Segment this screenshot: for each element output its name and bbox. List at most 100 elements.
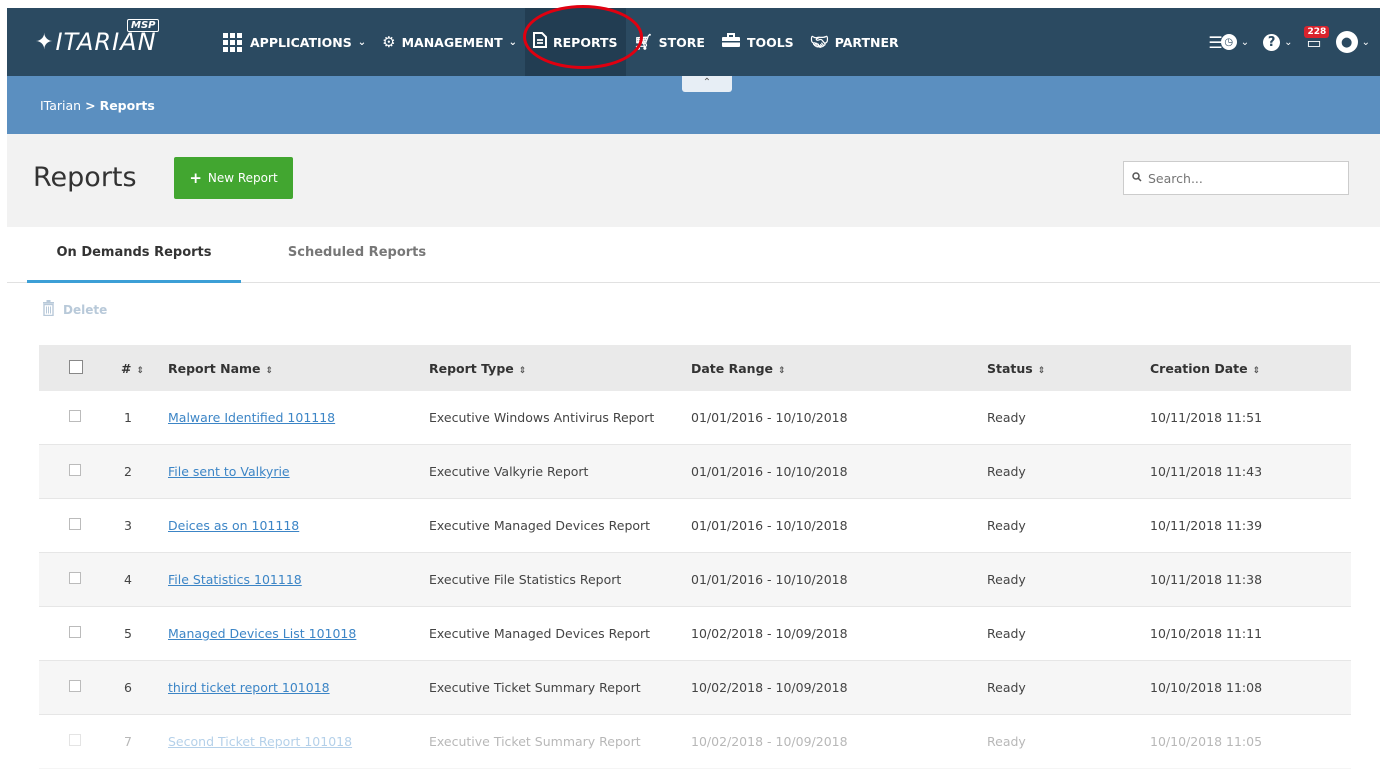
nav-reports-label: REPORTS xyxy=(553,34,618,50)
column-header-status[interactable]: Status ⇕ xyxy=(987,361,1150,376)
gears-icon: ⚙ xyxy=(382,33,396,51)
row-number: 4 xyxy=(124,572,132,587)
date-range: 10/02/2018 - 10/09/2018 xyxy=(691,734,848,749)
report-name-link[interactable]: Managed Devices List 101018 xyxy=(168,626,356,641)
trash-icon xyxy=(42,300,55,320)
creation-date: 10/11/2018 11:51 xyxy=(1150,410,1263,425)
sort-icon: ⇕ xyxy=(1037,365,1046,376)
column-header-report-name[interactable]: Report Name ⇕ xyxy=(168,361,429,376)
status: Ready xyxy=(987,464,1026,479)
column-header-creation-date[interactable]: Creation Date ⇕ xyxy=(1150,361,1351,376)
help-menu[interactable]: ? ⌄ xyxy=(1263,33,1293,51)
select-all-checkbox[interactable] xyxy=(69,359,83,374)
row-checkbox[interactable] xyxy=(69,518,81,530)
notification-count-badge: 228 xyxy=(1304,25,1330,38)
report-type: Executive Ticket Summary Report xyxy=(429,680,641,695)
column-header-date-range[interactable]: Date Range ⇕ xyxy=(691,361,987,376)
cart-icon: 🛒︎ xyxy=(633,33,653,51)
apps-grid-icon xyxy=(223,32,242,52)
nav-reports[interactable]: REPORTS xyxy=(525,8,626,76)
user-menu[interactable]: ● ⌄ xyxy=(1335,31,1370,53)
column-header-report-type[interactable]: Report Type ⇕ xyxy=(429,361,691,376)
nav-partner-label: PARTNER xyxy=(834,34,899,50)
sort-icon: ⇕ xyxy=(778,365,786,376)
creation-date: 10/11/2018 11:43 xyxy=(1150,464,1263,479)
report-name-link[interactable]: File sent to Valkyrie xyxy=(168,464,290,479)
creation-date: 10/11/2018 11:38 xyxy=(1150,572,1263,587)
help-icon: ? xyxy=(1263,33,1281,51)
itarian-logo[interactable]: ✦ ITARIAN MSP xyxy=(35,19,160,62)
select-all-cell xyxy=(39,359,111,377)
sort-icon: ⇕ xyxy=(518,365,527,376)
toolbox-icon xyxy=(721,32,741,52)
notifications-button[interactable]: ▭ 228 xyxy=(1304,25,1330,52)
date-range: 01/01/2016 - 10/10/2018 xyxy=(691,518,848,533)
nav-store[interactable]: 🛒︎ STORE xyxy=(626,8,713,76)
report-type: Executive Windows Antivirus Report xyxy=(429,410,655,425)
collapse-header-button[interactable]: ⌃ xyxy=(682,76,732,92)
nav-applications-label: APPLICATIONS xyxy=(250,34,352,50)
tab-on-demand-reports[interactable]: On Demands Reports xyxy=(27,227,241,283)
table-row[interactable]: 5 Managed Devices List 101018 Executive … xyxy=(39,607,1351,661)
sort-icon: ⇕ xyxy=(265,365,274,376)
table-row[interactable]: 3 Deices as on 101118 Executive Managed … xyxy=(39,499,1351,553)
chevron-down-icon: ⌄ xyxy=(1284,36,1293,48)
nav-management[interactable]: ⚙ MANAGEMENT ⌄ xyxy=(374,8,525,76)
breadcrumb-separator: > xyxy=(85,98,96,113)
delete-button[interactable]: Delete xyxy=(42,300,107,320)
handshake-icon: 🤝︎ xyxy=(809,33,829,51)
status: Ready xyxy=(987,626,1026,641)
status: Ready xyxy=(987,410,1026,425)
new-report-button[interactable]: + New Report xyxy=(174,157,293,199)
row-number: 7 xyxy=(124,734,132,749)
breadcrumb-current: Reports xyxy=(99,98,155,113)
table-row[interactable]: 2 File sent to Valkyrie Executive Valkyr… xyxy=(39,445,1351,499)
creation-date: 10/10/2018 11:08 xyxy=(1150,680,1263,695)
row-checkbox[interactable] xyxy=(69,410,81,422)
report-name-link[interactable]: Deices as on 101118 xyxy=(168,518,299,533)
document-icon xyxy=(533,32,548,52)
chevron-down-icon: ⌄ xyxy=(508,36,518,48)
row-checkbox[interactable] xyxy=(69,680,81,692)
nav-management-label: MANAGEMENT xyxy=(401,34,503,50)
plus-icon: + xyxy=(189,169,202,187)
tab-scheduled-reports[interactable]: Scheduled Reports xyxy=(262,227,452,280)
status: Ready xyxy=(987,572,1026,587)
search-input[interactable] xyxy=(1146,169,1340,187)
row-number: 6 xyxy=(124,680,132,695)
creation-date: 10/10/2018 11:05 xyxy=(1150,734,1263,749)
report-name-link[interactable]: third ticket report 101018 xyxy=(168,680,330,695)
table-row[interactable]: 7 Second Ticket Report 101018 Executive … xyxy=(39,715,1351,769)
chevron-up-icon: ⌃ xyxy=(702,77,712,88)
nav-tools-label: TOOLS xyxy=(746,34,794,50)
nav-applications[interactable]: APPLICATIONS ⌄ xyxy=(215,8,374,76)
header-tools: ☰ ◷ ⌄ ? ⌄ ▭ 228 ● ⌄ xyxy=(1208,8,1370,76)
table-row[interactable]: 4 File Statistics 101118 Executive File … xyxy=(39,553,1351,607)
row-checkbox[interactable] xyxy=(69,626,81,638)
table-row[interactable]: 1 Malware Identified 101118 Executive Wi… xyxy=(39,391,1351,445)
report-type: Executive Managed Devices Report xyxy=(429,518,651,533)
recent-activity-menu[interactable]: ☰ ◷ ⌄ xyxy=(1208,33,1249,52)
row-checkbox[interactable] xyxy=(69,464,81,476)
report-type: Executive Valkyrie Report xyxy=(429,464,589,479)
delete-label: Delete xyxy=(63,303,108,317)
nav-partner[interactable]: 🤝︎ PARTNER xyxy=(802,8,907,76)
breadcrumb-root[interactable]: ITarian xyxy=(40,98,81,113)
creation-date: 10/11/2018 11:39 xyxy=(1150,518,1263,533)
nav-tools[interactable]: TOOLS xyxy=(713,8,802,76)
row-number: 5 xyxy=(124,626,132,641)
column-header-number[interactable]: # ⇕ xyxy=(111,361,168,376)
status: Ready xyxy=(987,680,1026,695)
row-number: 1 xyxy=(124,410,132,425)
report-name-link[interactable]: Malware Identified 101118 xyxy=(168,410,335,425)
main-menu: APPLICATIONS ⌄ ⚙ MANAGEMENT ⌄ REPORTS 🛒︎… xyxy=(215,8,907,76)
logo-figure-icon: ✦ xyxy=(35,29,54,55)
report-name-link[interactable]: File Statistics 101118 xyxy=(168,572,302,587)
search-box[interactable] xyxy=(1123,161,1349,195)
row-checkbox[interactable] xyxy=(69,572,81,584)
table-header-row: # ⇕ Report Name ⇕ Report Type ⇕ Date Range ⇕… xyxy=(39,345,1351,391)
row-checkbox[interactable] xyxy=(69,734,81,746)
date-range: 01/01/2016 - 10/10/2018 xyxy=(691,410,848,425)
table-row[interactable]: 6 third ticket report 101018 Executive T… xyxy=(39,661,1351,715)
report-name-link[interactable]: Second Ticket Report 101018 xyxy=(168,734,352,749)
